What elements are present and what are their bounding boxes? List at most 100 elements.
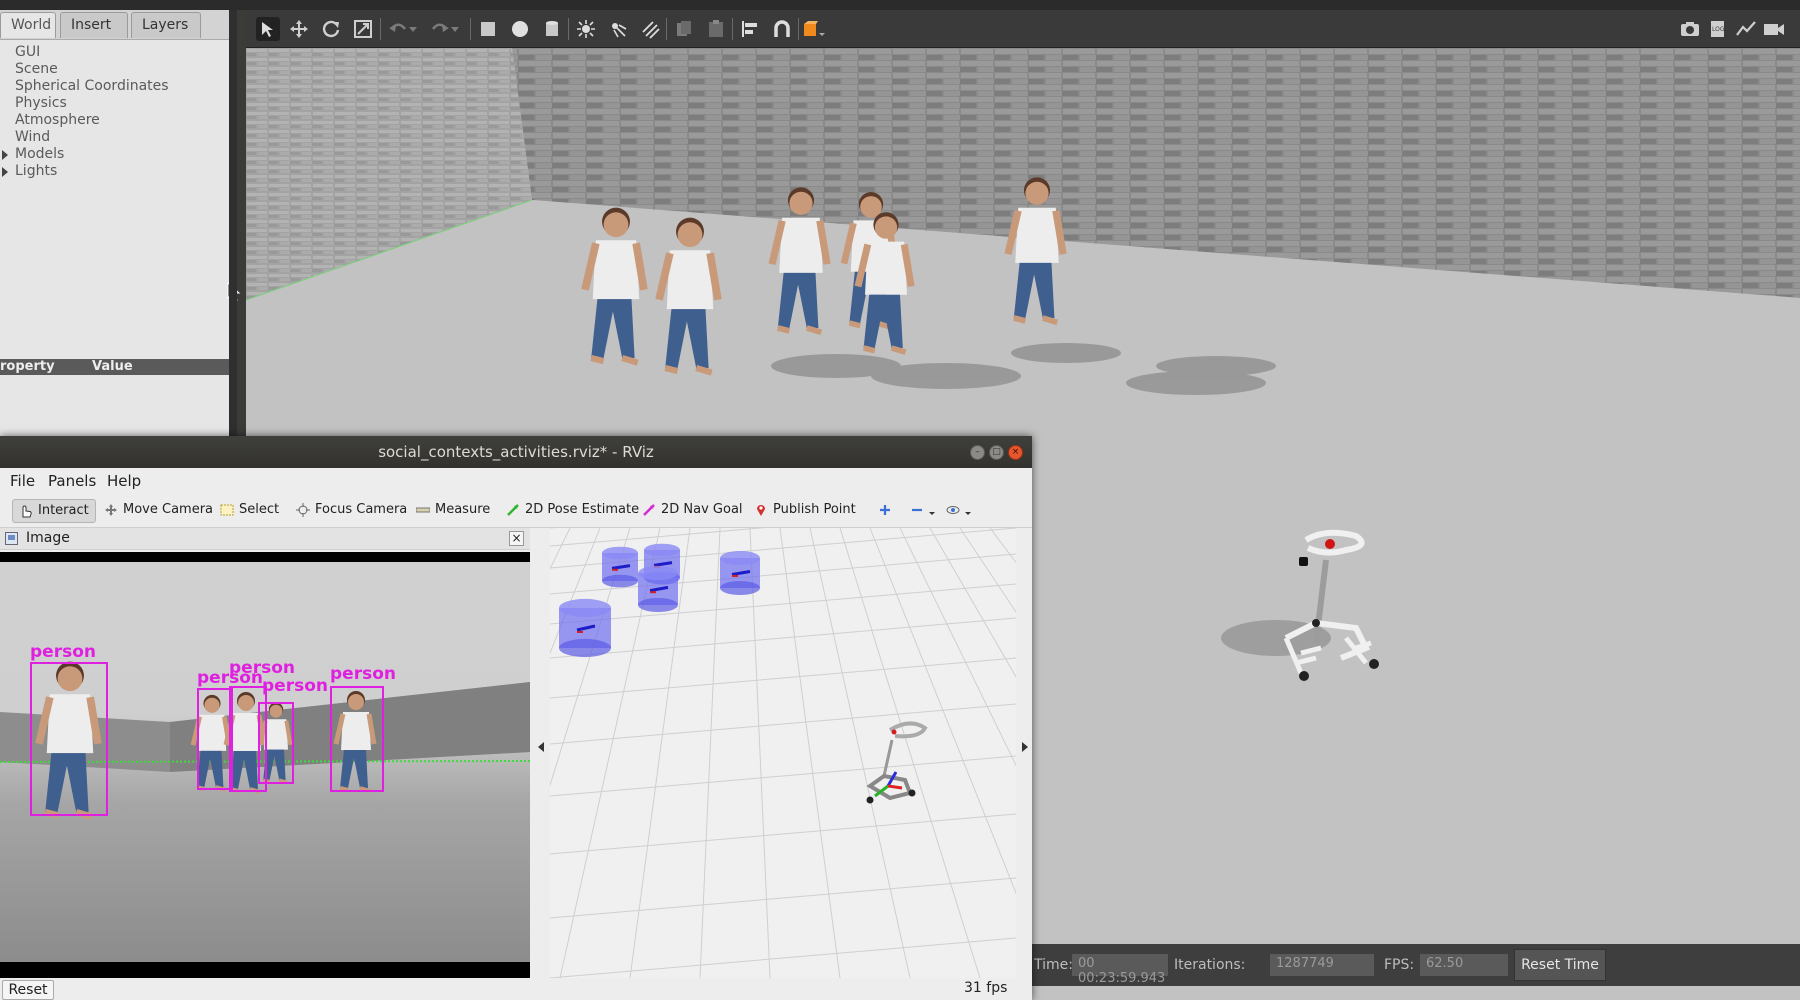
point-light-icon[interactable] [574,17,598,41]
undo-dropdown-icon[interactable] [406,17,420,41]
camera-image-view[interactable]: person person person person person [0,552,530,978]
tool-2d-nav-goal[interactable]: 2D Nav Goal [636,499,749,523]
log-icon[interactable]: LOG [1706,17,1730,41]
sphere-icon[interactable] [508,17,532,41]
grid-line [550,583,1016,625]
detection-box [197,688,233,790]
tab-insert[interactable]: Insert [60,12,128,38]
rviz-robot-model [866,721,928,804]
expand-arrow-icon[interactable] [2,167,8,177]
paste-icon[interactable] [704,17,728,41]
select-arrow-icon[interactable] [256,17,280,41]
toolbar-separator [470,18,471,40]
tree-item-physics[interactable]: Physics [0,95,236,112]
rviz-status-bar: Reset 31 fps [0,978,1032,1000]
tree-item-gui[interactable]: GUI [0,44,236,61]
publish-point-icon [757,505,765,516]
rviz-3d-view[interactable] [550,528,1016,978]
tool-focus-camera[interactable]: Focus Camera [290,499,413,523]
menu-panels[interactable]: Panels [48,472,96,490]
grid-line [929,528,1016,678]
fps-value: 62.50 [1420,954,1508,976]
property-table-header: roperty Value [0,359,229,375]
fps-label: FPS: [1384,957,1415,973]
tool-2d-pose-estimate[interactable]: 2D Pose Estimate [500,499,645,523]
panel-tabs: World Insert Layers [0,10,236,40]
value-column-header: Value [92,359,133,374]
grid-line [550,877,1016,919]
view-options-button[interactable] [940,499,977,523]
nav-goal-icon [643,504,655,516]
tool-label: Select [239,502,280,517]
top-bar [0,0,1800,10]
reset-time-button[interactable]: Reset Time [1514,949,1606,981]
tree-item-atmosphere[interactable]: Atmosphere [0,112,236,129]
pose-estimate-icon [507,504,519,516]
cylinder-icon[interactable] [540,17,564,41]
menu-help[interactable]: Help [107,472,141,490]
measure-icon [416,507,430,513]
expand-arrow-icon[interactable] [2,150,8,160]
scale-icon[interactable] [351,17,375,41]
person-marker [720,551,760,595]
dropdown-icon [929,512,935,515]
redo-dropdown-icon[interactable] [448,17,462,41]
close-icon[interactable]: × [1008,445,1023,460]
add-tool-button[interactable] [872,499,898,523]
tree-item-models[interactable]: Models [0,146,236,163]
plus-icon [880,505,890,515]
tool-label: 2D Pose Estimate [525,502,640,517]
tab-layers[interactable]: Layers [131,12,201,38]
video-record-icon[interactable] [1762,17,1786,41]
screenshot-icon[interactable] [1678,17,1702,41]
tree-item-label: Lights [15,163,58,179]
detection-label: person [30,642,96,662]
tool-publish-point[interactable]: Publish Point [748,499,862,523]
tool-interact[interactable]: Interact [12,499,96,523]
grid-line [550,657,1016,699]
plot-icon[interactable] [1734,17,1758,41]
detection-box [330,686,384,792]
grid-line [699,528,721,978]
collapse-left-arrow-icon[interactable] [538,742,544,752]
rviz-toolbar: Interact Move Camera Select Focus Camera… [0,494,1032,528]
tree-item-label: Models [15,146,65,162]
box-icon[interactable] [476,17,500,41]
person-marker [638,566,678,612]
interact-icon [22,505,32,518]
grid-line [550,617,1016,659]
reset-button[interactable]: Reset [2,980,54,1000]
grid-line [550,755,1016,797]
spot-light-icon[interactable] [606,17,630,41]
image-panel-header: Image × [0,528,530,550]
tool-move-camera[interactable]: Move Camera [98,499,219,523]
tool-select[interactable]: Select [214,499,285,523]
grid-line [869,528,1016,895]
snap-icon[interactable] [770,17,794,41]
image-panel: Image × person person person person pers… [0,528,530,978]
tree-item-lights[interactable]: Lights [0,163,236,180]
minimize-icon[interactable]: – [970,445,985,460]
menu-file[interactable]: File [10,472,35,490]
collapse-right-arrow-icon[interactable] [1022,742,1028,752]
directional-light-icon[interactable] [638,17,662,41]
grid-line [809,528,911,978]
maximize-icon[interactable]: □ [989,445,1004,460]
remove-tool-button[interactable] [904,499,941,523]
rviz-title-bar[interactable]: social_contexts_activities.rviz* - RViz … [0,436,1032,468]
grid-line [550,937,1016,978]
view-angle-icon[interactable] [802,17,826,41]
tree-item-scene[interactable]: Scene [0,61,236,78]
tree-item-wind[interactable]: Wind [0,129,236,146]
rotate-icon[interactable] [319,17,343,41]
grid-line [550,528,631,787]
align-icon[interactable] [738,17,762,41]
grid-line [550,813,1016,855]
copy-icon[interactable] [672,17,696,41]
tool-label: Move Camera [123,502,214,517]
tree-item-spherical-coordinates[interactable]: Spherical Coordinates [0,78,236,95]
close-panel-icon[interactable]: × [509,531,524,546]
tool-measure[interactable]: Measure [410,499,496,523]
translate-icon[interactable] [287,17,311,41]
tab-world[interactable]: World [0,12,56,38]
